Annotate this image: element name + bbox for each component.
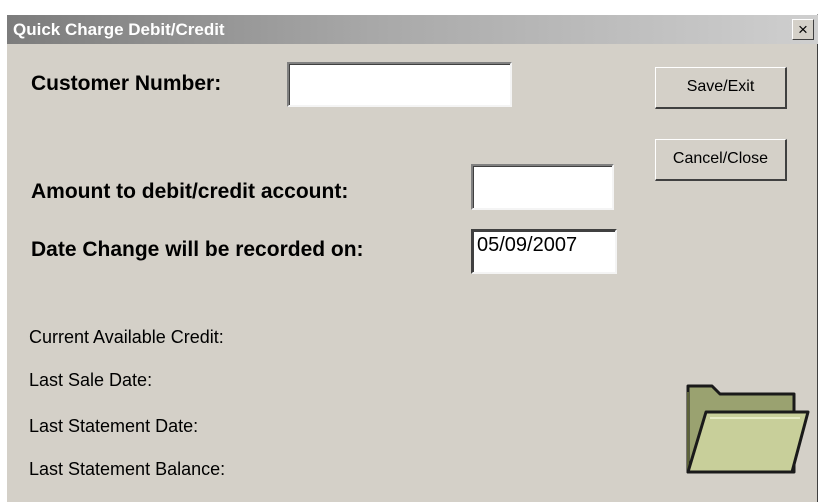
last-sale-date-label: Last Sale Date: <box>29 370 153 390</box>
amount-label: Amount to debit/credit account: <box>31 180 349 203</box>
customer-number-input[interactable] <box>287 62 512 107</box>
save-exit-button[interactable]: Save/Exit <box>655 67 787 109</box>
last-statement-balance-label: Last Statement Balance: <box>29 459 226 479</box>
folder-icon <box>686 384 810 474</box>
save-exit-label: Save/Exit <box>686 78 755 95</box>
amount-input[interactable] <box>471 164 614 210</box>
customer-number-label: Customer Number: <box>31 72 222 95</box>
current-available-credit-label: Current Available Credit: <box>29 327 224 347</box>
cancel-close-button[interactable]: Cancel/Close <box>655 139 787 181</box>
close-button[interactable]: × <box>792 19 814 40</box>
window-title: Quick Charge Debit/Credit <box>13 20 225 39</box>
date-label: Date Change will be recorded on: <box>31 238 364 261</box>
last-statement-date-label: Last Statement Date: <box>29 416 199 436</box>
cancel-close-label: Cancel/Close <box>672 150 769 167</box>
close-icon: × <box>798 20 808 39</box>
date-input[interactable]: 05/09/2007 <box>471 229 617 274</box>
title-bar: Quick Charge Debit/Credit × <box>7 15 818 44</box>
